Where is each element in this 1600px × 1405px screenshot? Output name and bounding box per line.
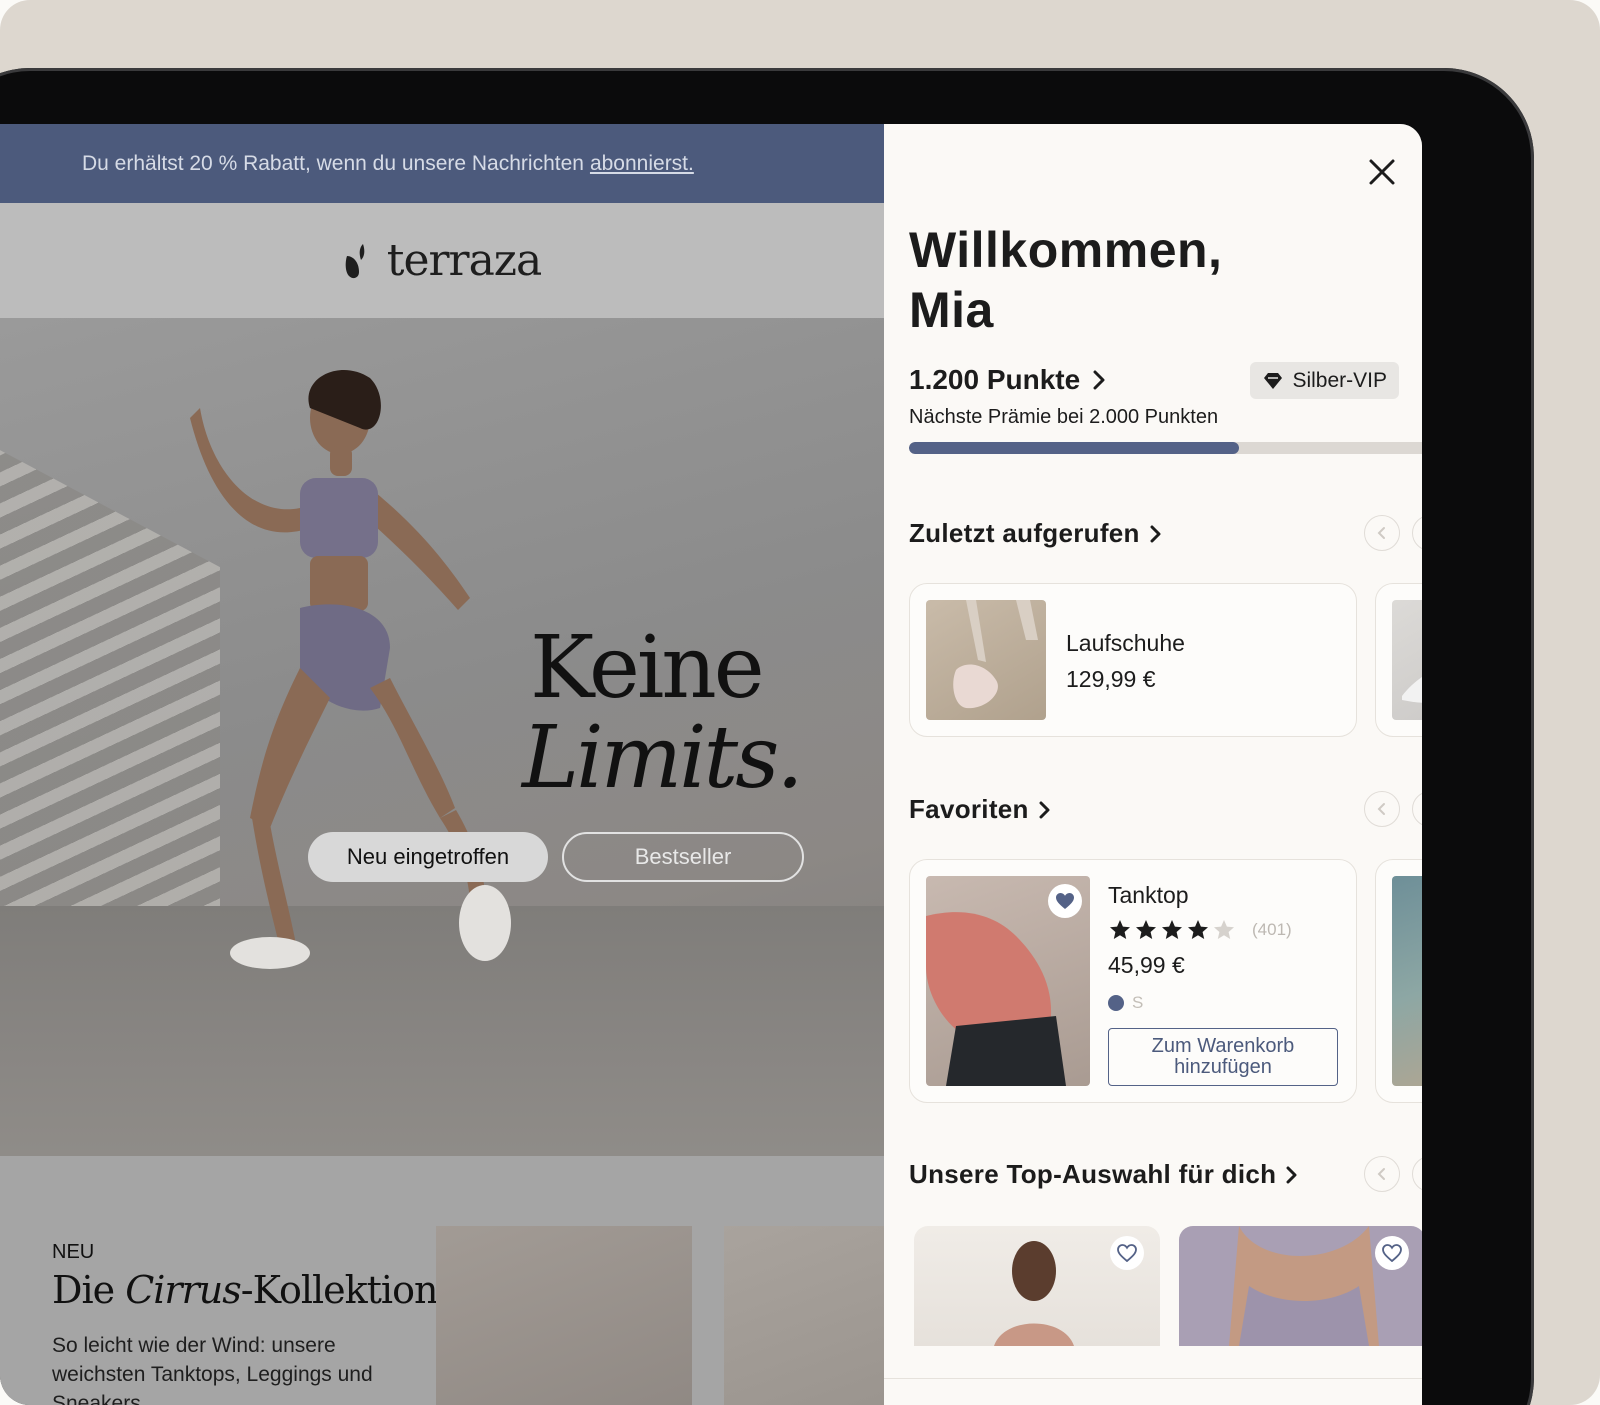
top-picks-prev-button[interactable]: [1364, 1156, 1400, 1192]
product-name: Laufschuhe: [1066, 630, 1185, 656]
sneaker-image: [953, 600, 1038, 709]
bestseller-button[interactable]: Bestseller: [562, 832, 804, 882]
review-count: (401): [1252, 920, 1292, 939]
promo-text: Du erhältst 20 % Rabatt, wenn du unsere …: [82, 151, 584, 175]
site-header: terraza: [0, 203, 884, 318]
diamond-icon: [1264, 372, 1283, 389]
collection-image-1[interactable]: [436, 1226, 692, 1405]
size-label: S: [1132, 993, 1144, 1012]
site-logo[interactable]: terraza: [387, 235, 542, 286]
chevron-right-icon: [1150, 525, 1161, 542]
star-icon: [1188, 920, 1208, 939]
chevron-left-icon: [1377, 527, 1385, 539]
recent-product-card[interactable]: Laufschuhe 129,99 €: [909, 583, 1357, 737]
favorites-section: Favoriten: [909, 794, 1422, 825]
product-variant: S: [1108, 993, 1143, 1013]
loyalty-panel: Willkommen, Mia 1.200 Punkte Silber-VIP …: [884, 124, 1422, 1405]
collection-section: NEU Die Cirrus-Kollektion So leicht wie …: [0, 1156, 884, 1405]
promo-subscribe-link[interactable]: abonnierst.: [590, 152, 694, 176]
add-to-cart-button[interactable]: Zum Warenkorb hinzufügen: [1108, 1028, 1338, 1086]
favorite-heart-button[interactable]: [1375, 1236, 1409, 1270]
top-pick-card[interactable]: [914, 1226, 1160, 1346]
collection-title-b: Cirrus: [125, 1268, 242, 1312]
hero-headline-line1: Keine: [530, 618, 765, 718]
product-image: [1392, 600, 1422, 720]
chevron-right-icon: [1093, 370, 1105, 390]
hero-banner: Keine Limits. Neu eingetroffen Bestselle…: [0, 318, 884, 1156]
top-picks-section: Unsere Top-Auswahl für dich: [909, 1159, 1422, 1190]
promo-banner: Du erhältst 20 % Rabatt, wenn du unsere …: [0, 124, 884, 203]
collection-new-label: NEU: [52, 1241, 95, 1263]
next-reward-text: Nächste Prämie bei 2.000 Punkten: [909, 406, 1219, 428]
top-picks-title-link[interactable]: Unsere Top-Auswahl für dich: [909, 1159, 1422, 1190]
product-price: 45,99 €: [1108, 952, 1185, 978]
favorites-title-link[interactable]: Favoriten: [909, 794, 1422, 825]
recent-carousel-nav: [1364, 515, 1422, 551]
collection-title-c: -Kollektion: [240, 1268, 439, 1312]
runner-image: [190, 369, 511, 969]
favorite-product-card[interactable]: Tanktop (401) 45,99 € S Zum Warenkorb hi…: [909, 859, 1357, 1103]
chevron-left-icon: [1377, 1168, 1385, 1180]
chevron-left-icon: [1377, 803, 1385, 815]
hero-headline-line2: Limits.: [522, 708, 804, 808]
star-icon: [1162, 920, 1182, 939]
favorites-next-button[interactable]: [1412, 791, 1422, 827]
vip-label: Silber-VIP: [1292, 368, 1387, 392]
star-icon: [1214, 920, 1234, 939]
logo-leaf-icon: [345, 243, 365, 278]
top-picks-carousel-nav: [1364, 1156, 1422, 1192]
welcome-line1: Willkommen,: [909, 222, 1223, 278]
favorite-heart-button[interactable]: [1110, 1236, 1144, 1270]
bottom-navigation: [884, 1378, 1422, 1405]
points-progress-fill: [909, 442, 1239, 454]
color-swatch[interactable]: [1108, 995, 1124, 1011]
points-value: 1.200 Punkte: [909, 364, 1081, 395]
recent-title: Zuletzt aufgerufen: [909, 518, 1140, 548]
star-icon: [1136, 920, 1156, 939]
close-icon[interactable]: [1364, 154, 1400, 190]
recent-prev-button[interactable]: [1364, 515, 1400, 551]
canvas: Du erhältst 20 % Rabatt, wenn du unsere …: [0, 0, 1600, 1405]
heart-icon: [1382, 1244, 1402, 1262]
product-price: 129,99 €: [1066, 666, 1156, 692]
top-pick-card[interactable]: [1179, 1226, 1422, 1346]
tablet-screen: Du erhältst 20 % Rabatt, wenn du unsere …: [0, 124, 1422, 1405]
recent-title-link[interactable]: Zuletzt aufgerufen: [909, 518, 1422, 549]
product-image: [1392, 876, 1422, 1086]
favorite-product-card-next[interactable]: [1375, 859, 1422, 1103]
star-icon: [1110, 920, 1130, 939]
heart-icon: [1056, 893, 1074, 909]
favorite-heart-button[interactable]: [1048, 884, 1082, 918]
sneaker-image: [1402, 677, 1422, 703]
recent-product-card-next[interactable]: [1375, 583, 1422, 737]
website: Du erhältst 20 % Rabatt, wenn du unsere …: [0, 124, 884, 1405]
top-picks-next-button[interactable]: [1412, 1156, 1422, 1192]
hero-headline: Keine Limits.: [522, 618, 804, 803]
top-picks-title: Unsere Top-Auswahl für dich: [909, 1159, 1277, 1189]
recent-section: Zuletzt aufgerufen: [909, 518, 1422, 549]
chevron-right-icon: [1039, 801, 1050, 818]
welcome-name: Mia: [909, 282, 994, 338]
points-progress-bar: [909, 442, 1422, 454]
product-rating: (401): [1108, 918, 1292, 942]
heart-icon: [1117, 1244, 1137, 1262]
hero-buttons: Neu eingetroffen Bestseller: [308, 832, 804, 882]
recent-next-button[interactable]: [1412, 515, 1422, 551]
collection-description: So leicht wie der Wind: unsere weichsten…: [52, 1334, 373, 1405]
tablet-frame: Du erhältst 20 % Rabatt, wenn du unsere …: [0, 68, 1534, 1405]
favorites-prev-button[interactable]: [1364, 791, 1400, 827]
collection-title-a: Die: [52, 1268, 126, 1312]
product-image: [926, 600, 1046, 720]
product-name: Tanktop: [1108, 882, 1189, 908]
collection-image-2[interactable]: [724, 1226, 884, 1405]
new-arrivals-button[interactable]: Neu eingetroffen: [308, 832, 548, 882]
collection-title[interactable]: Die Cirrus-Kollektion: [52, 1268, 439, 1312]
favorites-title: Favoriten: [909, 794, 1029, 824]
vip-badge: Silber-VIP: [1250, 362, 1399, 399]
chevron-right-icon: [1286, 1166, 1297, 1183]
favorites-carousel-nav: [1364, 791, 1422, 827]
welcome-heading: Willkommen, Mia: [909, 220, 1222, 340]
points-link[interactable]: 1.200 Punkte: [909, 364, 1106, 396]
